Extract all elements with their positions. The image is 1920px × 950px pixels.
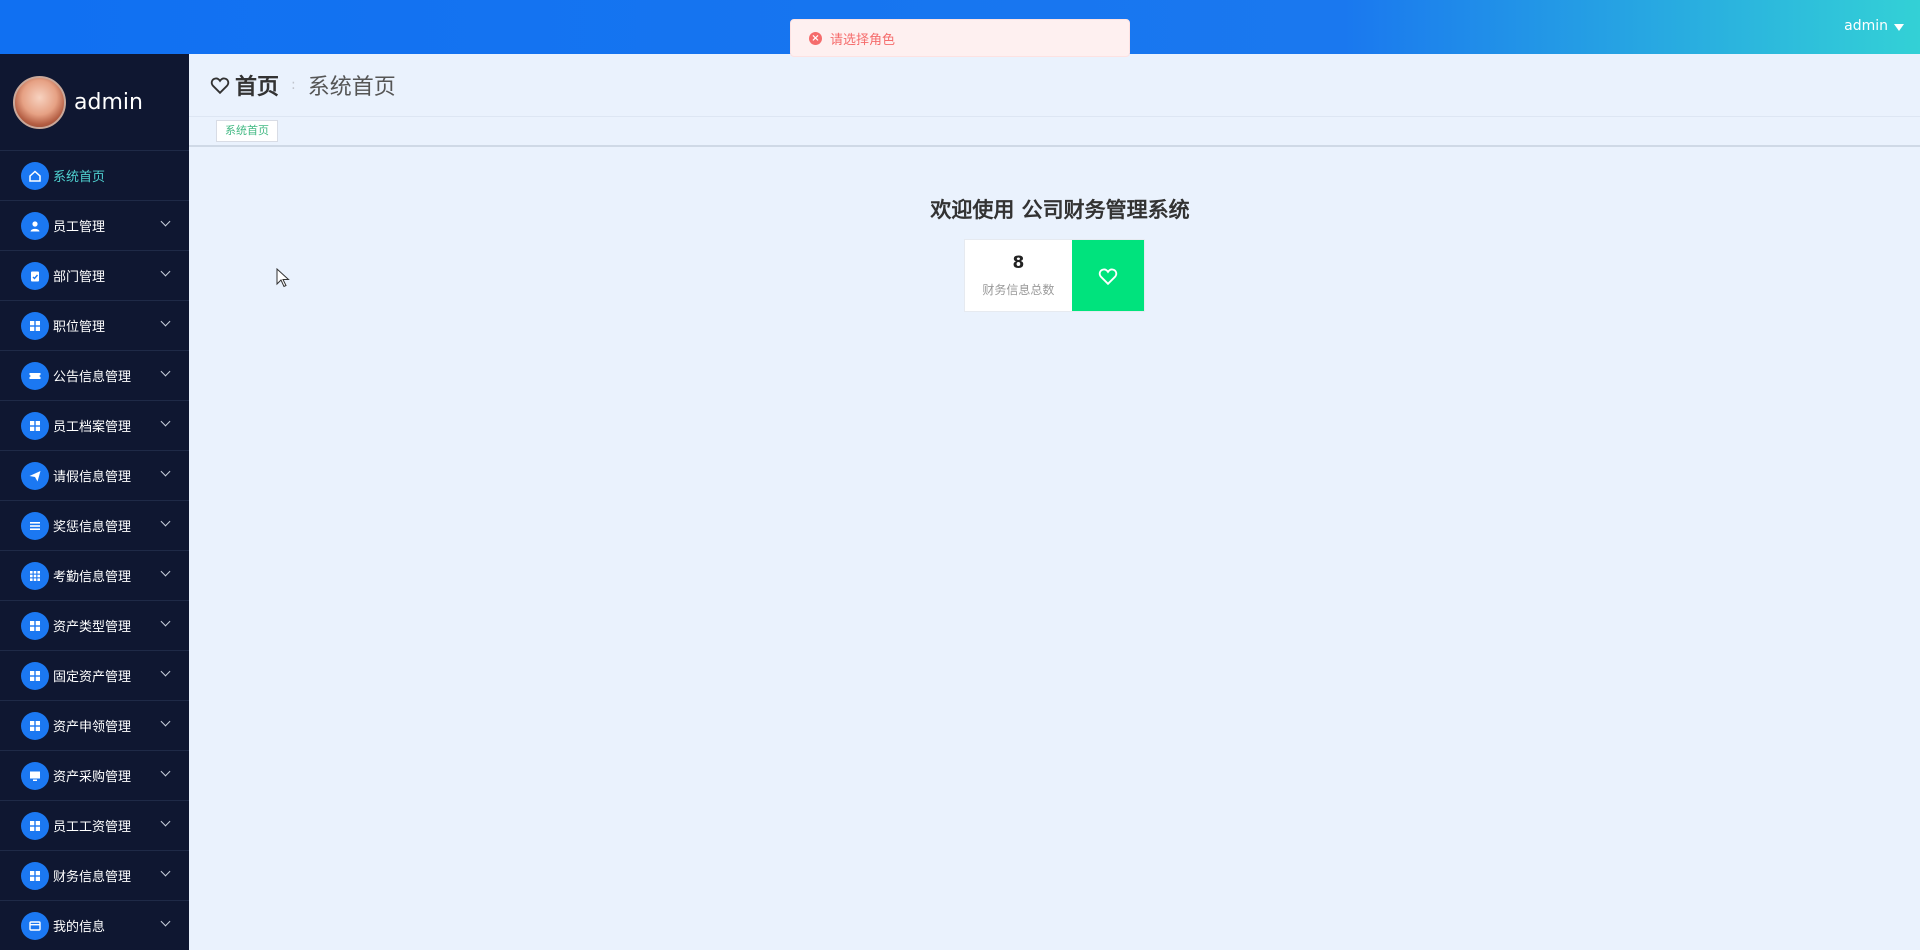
grid-icon	[21, 311, 49, 340]
sidebar-item-label: 固定资产管理	[53, 670, 132, 685]
stat-card-icon-box	[1071, 240, 1144, 311]
chevron-down-icon	[160, 366, 171, 377]
send-icon	[21, 461, 49, 490]
user-menu[interactable]: admin	[1844, 18, 1904, 34]
chevron-down-icon	[160, 616, 171, 627]
sidebar-item-employee[interactable]: 员工管理	[0, 201, 189, 251]
sidebar-item-my-info[interactable]: 我的信息	[0, 901, 189, 950]
error-toast: × 请选择角色	[790, 19, 1130, 57]
sidebar-item-label: 部门管理	[53, 270, 106, 285]
chevron-down-icon	[160, 866, 171, 877]
chevron-down-icon	[160, 516, 171, 527]
chevron-down-icon	[160, 816, 171, 827]
welcome-title: 欢迎使用 公司财务管理系统	[930, 198, 1190, 222]
sidebar-item-label: 员工工资管理	[53, 820, 132, 835]
card-icon	[21, 911, 49, 940]
sidebar-item-label: 资产采购管理	[53, 770, 132, 785]
stat-card-body: 8 财务信息总数	[965, 240, 1072, 311]
grid-icon	[21, 861, 49, 890]
ticket-icon	[21, 361, 49, 390]
grid-icon	[21, 611, 49, 640]
grid-icon	[21, 811, 49, 840]
tab-home[interactable]: 系统首页	[216, 120, 278, 142]
sidebar-item-label: 请假信息管理	[53, 470, 132, 485]
breadcrumb: 首页 : 系统首页	[189, 54, 1920, 116]
sidebar-item-attendance[interactable]: 考勤信息管理	[0, 551, 189, 601]
grid-icon	[21, 661, 49, 690]
page-title[interactable]: 首页	[235, 69, 279, 101]
sidebar-item-asset-purchase[interactable]: 资产采购管理	[0, 751, 189, 801]
breadcrumb-separator: :	[291, 77, 296, 93]
chevron-down-icon	[160, 716, 171, 727]
sidebar-item-finance[interactable]: 财务信息管理	[0, 851, 189, 901]
heart-icon	[210, 77, 230, 95]
stat-value: 8	[1012, 253, 1025, 273]
chevron-down-icon	[160, 216, 171, 227]
chevron-down-icon	[160, 766, 171, 777]
sidebar-item-announcement[interactable]: 公告信息管理	[0, 351, 189, 401]
sidebar-item-department[interactable]: 部门管理	[0, 251, 189, 301]
chevron-down-icon	[160, 666, 171, 677]
caret-down-icon[interactable]	[1894, 23, 1904, 31]
sidebar-menu: 系统首页 员工管理 部门管理 职位管理 公告信息管理 员工档案管理 请假信息管理…	[0, 151, 189, 950]
sidebar-item-asset-claim[interactable]: 资产申领管理	[0, 701, 189, 751]
chevron-down-icon	[160, 266, 171, 277]
sidebar-item-label: 奖惩信息管理	[53, 520, 132, 535]
sidebar-item-home[interactable]: 系统首页	[0, 151, 189, 201]
mouse-cursor-icon	[276, 268, 290, 288]
sidebar-item-asset-type[interactable]: 资产类型管理	[0, 601, 189, 651]
clipboard-icon	[21, 261, 49, 290]
chevron-down-icon	[160, 416, 171, 427]
sidebar-item-salary[interactable]: 员工工资管理	[0, 801, 189, 851]
sidebar-item-label: 资产申领管理	[53, 720, 132, 735]
sidebar-item-label: 考勤信息管理	[53, 570, 132, 585]
apps-icon	[21, 561, 49, 590]
avatar	[13, 75, 66, 129]
user-menu-name[interactable]: admin	[1844, 18, 1888, 34]
tags-view: 系统首页	[189, 116, 1920, 147]
toast-message: 请选择角色	[830, 32, 896, 48]
chevron-down-icon	[160, 466, 171, 477]
home-icon	[21, 161, 49, 190]
sidebar-item-label: 员工管理	[53, 220, 106, 235]
sidebar-item-leave[interactable]: 请假信息管理	[0, 451, 189, 501]
stat-card[interactable]: 8 财务信息总数	[964, 239, 1145, 312]
error-icon: ×	[809, 31, 822, 45]
heart-icon	[1098, 268, 1118, 285]
profile-name: admin	[74, 89, 143, 115]
sidebar-item-label: 资产类型管理	[53, 620, 132, 635]
list-icon	[21, 511, 49, 540]
sidebar-profile: admin	[0, 54, 189, 151]
user-icon	[21, 211, 49, 240]
grid-icon	[21, 411, 49, 440]
sidebar-item-position[interactable]: 职位管理	[0, 301, 189, 351]
sidebar-item-label: 系统首页	[53, 170, 106, 185]
chevron-down-icon	[160, 916, 171, 927]
sidebar-item-fixed-asset[interactable]: 固定资产管理	[0, 651, 189, 701]
sidebar-item-reward[interactable]: 奖惩信息管理	[0, 501, 189, 551]
sidebar-item-employee-file[interactable]: 员工档案管理	[0, 401, 189, 451]
sidebar-item-label: 财务信息管理	[53, 870, 132, 885]
grid-icon	[21, 711, 49, 740]
sidebar-item-label: 职位管理	[53, 320, 106, 335]
sidebar-item-label: 员工档案管理	[53, 420, 132, 435]
stat-label: 财务信息总数	[982, 283, 1055, 297]
sidebar-item-label: 公告信息管理	[53, 370, 132, 385]
chevron-down-icon	[160, 316, 171, 327]
sidebar: admin 系统首页 员工管理 部门管理 职位管理 公告信息管理 员工档案管理 …	[0, 54, 189, 950]
chevron-down-icon	[160, 566, 171, 577]
sidebar-item-label: 我的信息	[53, 920, 106, 935]
breadcrumb-current: 系统首页	[307, 75, 396, 100]
monitor-icon	[21, 761, 49, 790]
